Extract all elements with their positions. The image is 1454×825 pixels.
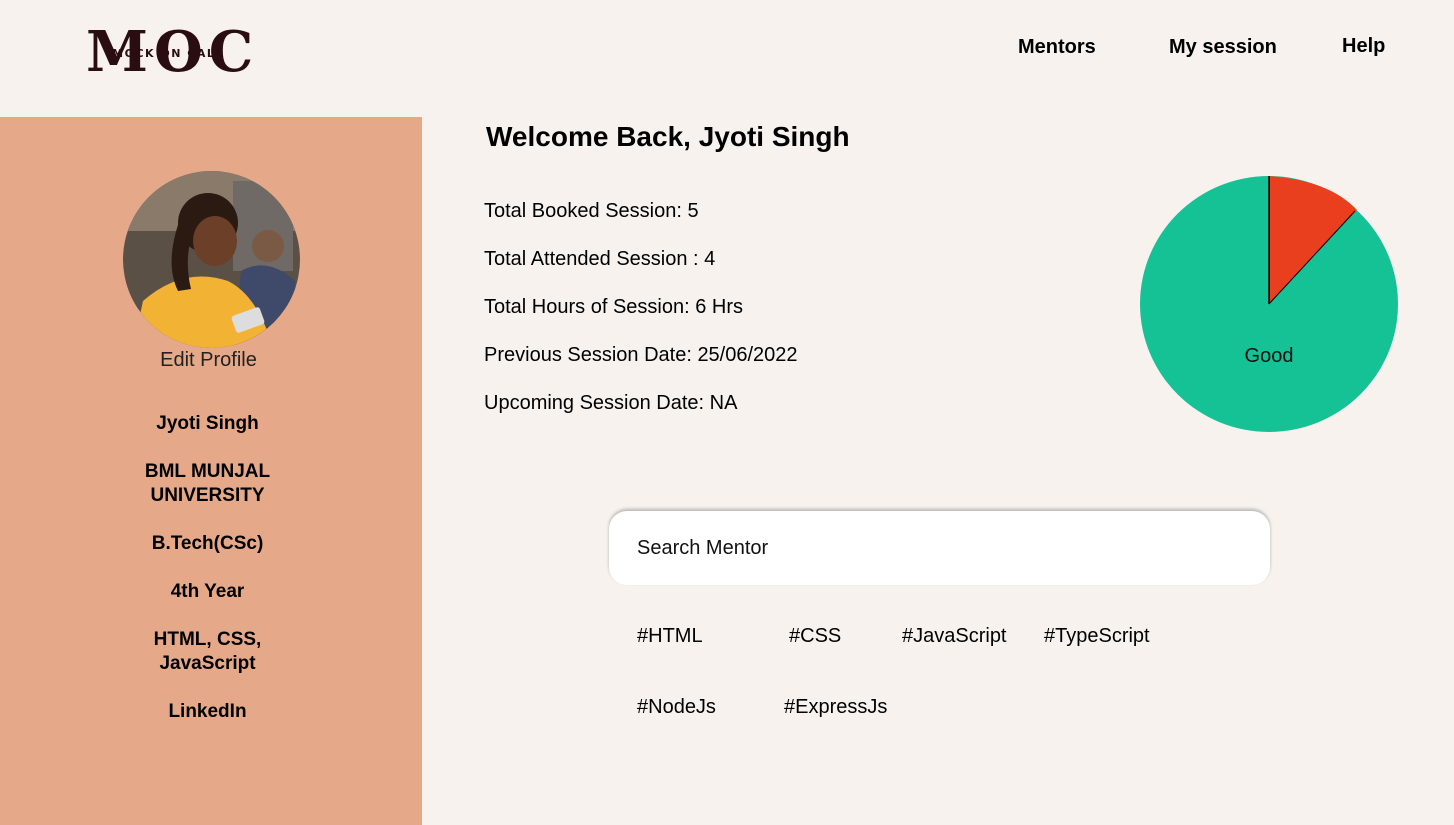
logo-subtitle: MOCK ON CALL: [112, 47, 224, 60]
profile-skills: HTML, CSS, JavaScript: [0, 628, 415, 676]
session-pie-chart: Good: [1140, 176, 1398, 432]
nav-mentors[interactable]: Mentors: [1018, 36, 1096, 59]
tag-html[interactable]: #HTML: [637, 625, 703, 648]
stat-previous-date: Previous Session Date: 25/06/2022: [484, 344, 798, 366]
stat-hours: Total Hours of Session: 6 Hrs: [484, 296, 743, 318]
profile-skills-text: HTML, CSS, JavaScript: [153, 629, 262, 674]
pie-label-good: Good: [1245, 345, 1294, 367]
linkedin-link[interactable]: LinkedIn: [0, 700, 415, 724]
tag-expressjs[interactable]: #ExpressJs: [784, 696, 887, 719]
tag-css[interactable]: #CSS: [789, 625, 841, 648]
profile-university-text: BML MUNJAL UNIVERSITY: [144, 461, 271, 506]
logo[interactable]: MOC MOCK ON CALL: [86, 24, 253, 80]
profile-university: BML MUNJAL UNIVERSITY: [0, 460, 415, 508]
tag-typescript[interactable]: #TypeScript: [1044, 625, 1150, 648]
tag-nodejs[interactable]: #NodeJs: [637, 696, 716, 719]
stat-upcoming-date: Upcoming Session Date: NA: [484, 392, 738, 414]
tag-javascript[interactable]: #JavaScript: [902, 625, 1007, 648]
nav-help[interactable]: Help: [1342, 35, 1385, 58]
profile-sidebar: Edit Profile Jyoti Singh BML MUNJAL UNIV…: [0, 117, 422, 825]
avatar[interactable]: [123, 171, 300, 348]
stat-attended: Total Attended Session : 4: [484, 248, 716, 270]
nav-my-session[interactable]: My session: [1169, 36, 1277, 59]
search-mentor-input[interactable]: [609, 511, 1270, 585]
profile-degree: B.Tech(CSc): [151, 533, 264, 554]
profile-year: 4th Year: [170, 581, 245, 602]
avatar-photo: [123, 171, 300, 348]
profile-name: Jyoti Singh: [156, 413, 259, 434]
stat-booked: Total Booked Session: 5: [484, 200, 699, 222]
edit-profile-link[interactable]: Edit Profile: [0, 349, 417, 372]
welcome-heading: Welcome Back, Jyoti Singh: [486, 121, 850, 152]
